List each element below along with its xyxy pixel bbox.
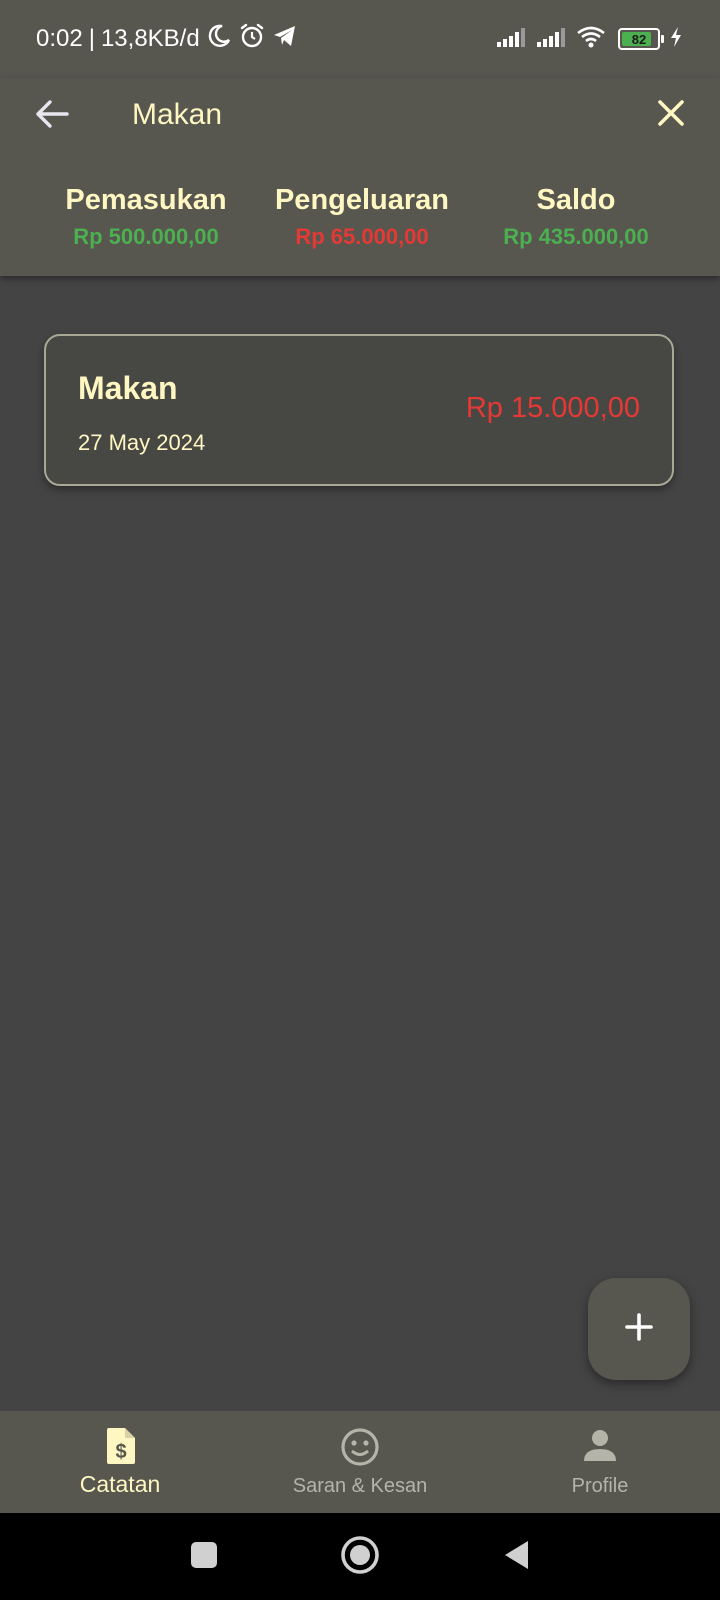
nav-item-catatan[interactable]: $ Catatan xyxy=(0,1411,240,1513)
bottom-navigation: $ Catatan Saran & Kesan Profile xyxy=(0,1411,720,1513)
recents-square-icon xyxy=(190,1541,218,1574)
telegram-icon xyxy=(272,23,298,56)
smiley-icon xyxy=(340,1427,380,1467)
status-separator: | xyxy=(88,25,95,52)
svg-text:$: $ xyxy=(115,1441,126,1463)
system-navigation-bar xyxy=(0,1513,720,1600)
back-triangle-icon xyxy=(502,1539,530,1576)
income-value: Rp 500.000,00 xyxy=(73,224,219,249)
battery-level: 82 xyxy=(631,31,647,47)
system-back-button[interactable] xyxy=(492,1533,540,1581)
expense-label: Pengeluaran xyxy=(274,184,450,216)
close-button[interactable] xyxy=(648,92,694,138)
income-summary: Pemasukan Rp 500.000,00 xyxy=(36,182,256,254)
status-bar: 0:02 | 13,8KB/d 82 xyxy=(0,0,720,78)
home-button[interactable] xyxy=(336,1533,384,1581)
plus-icon xyxy=(623,1311,655,1348)
wifi-icon xyxy=(576,25,606,54)
status-right: 82 xyxy=(496,22,684,56)
home-circle-icon xyxy=(340,1535,380,1580)
app-bar: Pemasukan Rp 500.000,00 Pengeluaran Rp 6… xyxy=(0,78,720,276)
moon-icon xyxy=(206,23,232,56)
close-icon xyxy=(656,98,686,133)
transaction-card[interactable]: Makan 27 May 2024 Rp 15.000,00 xyxy=(44,334,674,486)
alarm-icon xyxy=(238,22,266,57)
recents-button[interactable] xyxy=(180,1533,228,1581)
nav-item-saran-kesan[interactable]: Saran & Kesan xyxy=(240,1411,480,1513)
add-transaction-button[interactable] xyxy=(588,1278,690,1380)
battery-icon: 82 xyxy=(618,28,664,50)
summary-row: Pemasukan Rp 500.000,00 Pengeluaran Rp 6… xyxy=(0,182,720,262)
charging-icon xyxy=(668,26,684,53)
expense-summary: Pengeluaran Rp 65.000,00 xyxy=(252,182,472,254)
signal-icon xyxy=(496,26,528,53)
person-icon xyxy=(582,1427,618,1467)
document-dollar-icon: $ xyxy=(104,1427,136,1467)
status-time: 0:02 xyxy=(36,25,83,52)
nav-label-catatan: Catatan xyxy=(79,1471,161,1497)
income-label: Pemasukan xyxy=(65,184,227,216)
nav-label-profile: Profile xyxy=(571,1475,629,1497)
balance-value: Rp 435.000,00 xyxy=(503,224,649,249)
search-input[interactable] xyxy=(132,90,612,140)
battery-cap xyxy=(661,35,664,43)
balance-summary: Saldo Rp 435.000,00 xyxy=(466,182,686,254)
transaction-amount: Rp 15.000,00 xyxy=(465,392,640,424)
arrow-left-icon xyxy=(35,99,69,134)
expense-value: Rp 65.000,00 xyxy=(295,224,429,249)
back-button[interactable] xyxy=(30,94,74,138)
network-speed: 13,8KB/d xyxy=(100,25,200,52)
transaction-date: 27 May 2024 xyxy=(78,430,206,455)
transaction-title: Makan xyxy=(78,370,178,406)
nav-label-saran-kesan: Saran & Kesan xyxy=(292,1475,428,1497)
balance-label: Saldo xyxy=(536,184,616,216)
status-left: 0:02 | 13,8KB/d xyxy=(36,22,298,56)
signal-icon xyxy=(536,26,568,53)
nav-item-profile[interactable]: Profile xyxy=(480,1411,720,1513)
